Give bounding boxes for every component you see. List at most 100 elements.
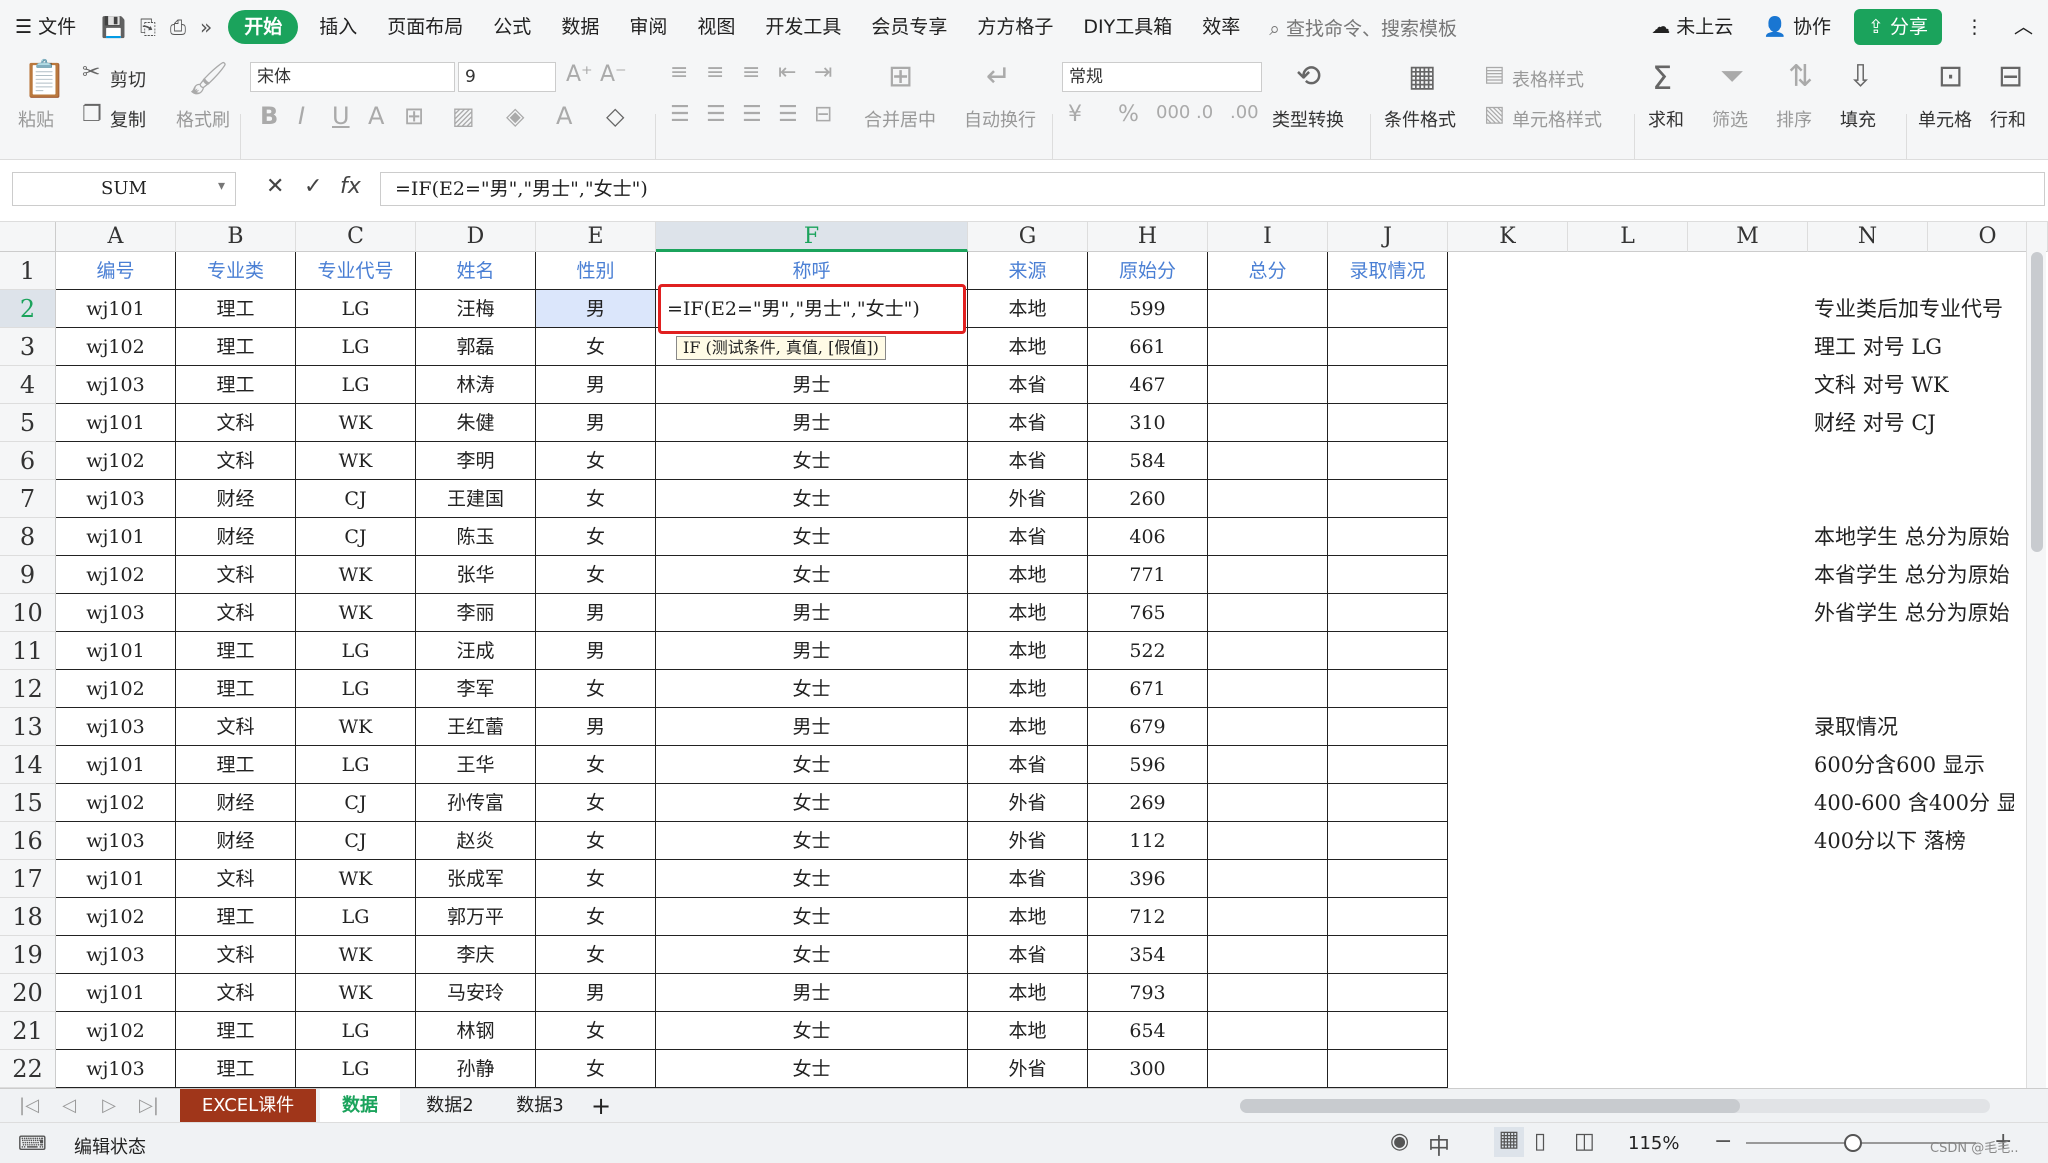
data-cell[interactable]: WK — [296, 936, 416, 974]
data-cell[interactable]: 本地 — [968, 632, 1088, 670]
type-convert-button[interactable]: 类型转换 — [1272, 106, 1344, 132]
fill-button[interactable]: 填充 — [1840, 106, 1876, 132]
wrap-text-button[interactable]: 自动换行 — [964, 106, 1036, 132]
border-icon[interactable]: ⊞ — [404, 104, 424, 128]
data-cell[interactable]: LG — [296, 670, 416, 708]
data-cell[interactable]: LG — [296, 632, 416, 670]
data-cell[interactable]: 本省 — [968, 404, 1088, 442]
row-header-18[interactable]: 18 — [0, 898, 56, 936]
header-cell[interactable]: 原始分 — [1088, 252, 1208, 290]
data-cell[interactable]: wj101 — [56, 746, 176, 784]
data-cell[interactable]: 本省 — [968, 366, 1088, 404]
column-header-b[interactable]: B — [176, 222, 296, 252]
header-cell[interactable]: 专业类 — [176, 252, 296, 290]
data-cell[interactable]: 661 — [1088, 328, 1208, 366]
data-cell[interactable]: 女士 — [656, 442, 968, 480]
data-cell[interactable]: 女士 — [656, 936, 968, 974]
increase-font-icon[interactable]: A⁺ — [566, 64, 593, 86]
row-header-20[interactable]: 20 — [0, 974, 56, 1012]
data-cell[interactable]: 理工 — [176, 366, 296, 404]
data-cell[interactable]: CJ — [296, 518, 416, 556]
normal-view-icon[interactable]: ▦ — [1494, 1127, 1524, 1157]
fill-color-icon[interactable]: ▨ — [452, 104, 475, 128]
data-cell[interactable]: 女 — [536, 1012, 656, 1050]
data-cell[interactable]: wj101 — [56, 404, 176, 442]
align-bottom-icon[interactable]: ≡ — [742, 62, 760, 84]
distribute-icon[interactable]: ⊟ — [814, 104, 832, 126]
data-cell[interactable]: 679 — [1088, 708, 1208, 746]
column-header-j[interactable]: J — [1328, 222, 1448, 252]
data-cell[interactable]: 女士 — [656, 860, 968, 898]
header-cell[interactable]: 姓名 — [416, 252, 536, 290]
vertical-scroll-thumb[interactable] — [2031, 252, 2043, 552]
data-cell[interactable]: 女 — [536, 784, 656, 822]
row-header-19[interactable]: 19 — [0, 936, 56, 974]
data-cell[interactable]: 男 — [536, 290, 656, 328]
data-cell[interactable]: 599 — [1088, 290, 1208, 328]
tab-review[interactable]: 审阅 — [614, 0, 682, 54]
insert-function-icon[interactable]: fx — [340, 174, 361, 199]
name-box[interactable]: SUM — [12, 172, 236, 206]
data-cell[interactable]: 男士 — [656, 708, 968, 746]
data-cell[interactable] — [1208, 366, 1328, 404]
tab-member[interactable]: 会员专享 — [856, 0, 962, 54]
command-search[interactable]: ⌕ 查找命令、搜索模板 — [1255, 14, 1471, 41]
data-cell[interactable]: LG — [296, 290, 416, 328]
underline-icon[interactable]: U — [332, 104, 350, 128]
data-cell[interactable]: 女士 — [656, 556, 968, 594]
data-cell[interactable]: wj102 — [56, 1012, 176, 1050]
data-cell[interactable]: 赵炎 — [416, 822, 536, 860]
data-cell[interactable]: 女 — [536, 822, 656, 860]
row-header-5[interactable]: 5 — [0, 404, 56, 442]
data-cell[interactable]: 女 — [536, 898, 656, 936]
cell-icon[interactable]: ⊡ — [1938, 62, 1963, 92]
align-left-icon[interactable]: ☰ — [670, 104, 690, 126]
conditional-format-button[interactable]: 条件格式 — [1384, 106, 1456, 132]
data-cell[interactable]: 300 — [1088, 1050, 1208, 1088]
sheet-tab-data[interactable]: 数据 — [320, 1089, 400, 1123]
eye-protect-icon[interactable]: ◉ — [1390, 1129, 1409, 1154]
data-cell[interactable]: 406 — [1088, 518, 1208, 556]
data-cell[interactable]: 理工 — [176, 1050, 296, 1088]
data-cell[interactable]: wj102 — [56, 898, 176, 936]
data-cell[interactable] — [1328, 632, 1448, 670]
type-convert-icon[interactable]: ⟲ — [1296, 62, 1321, 92]
data-cell[interactable] — [1328, 974, 1448, 1012]
data-cell[interactable]: 理工 — [176, 898, 296, 936]
data-cell[interactable]: 林钢 — [416, 1012, 536, 1050]
data-cell[interactable]: 467 — [1088, 366, 1208, 404]
page-break-view-icon[interactable]: ◫ — [1574, 1129, 1595, 1154]
data-cell[interactable]: 本地 — [968, 594, 1088, 632]
data-cell[interactable]: wj103 — [56, 708, 176, 746]
data-cell[interactable]: 女士 — [656, 480, 968, 518]
tab-fangfang[interactable]: 方方格子 — [962, 0, 1068, 54]
row-header-21[interactable]: 21 — [0, 1012, 56, 1050]
sheet-tab-data2[interactable]: 数据2 — [410, 1089, 490, 1123]
data-cell[interactable]: 女士 — [656, 1012, 968, 1050]
save-icon[interactable]: 💾 — [101, 15, 126, 39]
data-cell[interactable]: CJ — [296, 822, 416, 860]
tab-page-layout[interactable]: 页面布局 — [372, 0, 478, 54]
cell-editor-f2[interactable]: =IF(E2="男","男士","女士") — [658, 284, 966, 334]
data-cell[interactable]: 文科 — [176, 442, 296, 480]
data-cell[interactable]: 男士 — [656, 974, 968, 1012]
data-cell[interactable]: 李庆 — [416, 936, 536, 974]
data-cell[interactable]: 本地 — [968, 556, 1088, 594]
tab-insert[interactable]: 插入 — [304, 0, 372, 54]
sum-icon[interactable]: Σ — [1652, 62, 1672, 94]
row-header-14[interactable]: 14 — [0, 746, 56, 784]
data-cell[interactable]: wj103 — [56, 822, 176, 860]
data-cell[interactable] — [1328, 366, 1448, 404]
row-column-button[interactable]: 行和 — [1990, 106, 2026, 132]
data-cell[interactable]: 文科 — [176, 556, 296, 594]
page-view-icon[interactable]: ▯ — [1534, 1129, 1546, 1154]
data-cell[interactable] — [1328, 746, 1448, 784]
data-cell[interactable]: wj102 — [56, 556, 176, 594]
row-header-2[interactable]: 2 — [0, 290, 56, 328]
data-cell[interactable]: LG — [296, 898, 416, 936]
paste-icon[interactable]: 📋 — [22, 62, 67, 98]
data-cell[interactable] — [1208, 784, 1328, 822]
data-cell[interactable]: 李明 — [416, 442, 536, 480]
data-cell[interactable]: 765 — [1088, 594, 1208, 632]
tab-efficiency[interactable]: 效率 — [1187, 0, 1255, 54]
